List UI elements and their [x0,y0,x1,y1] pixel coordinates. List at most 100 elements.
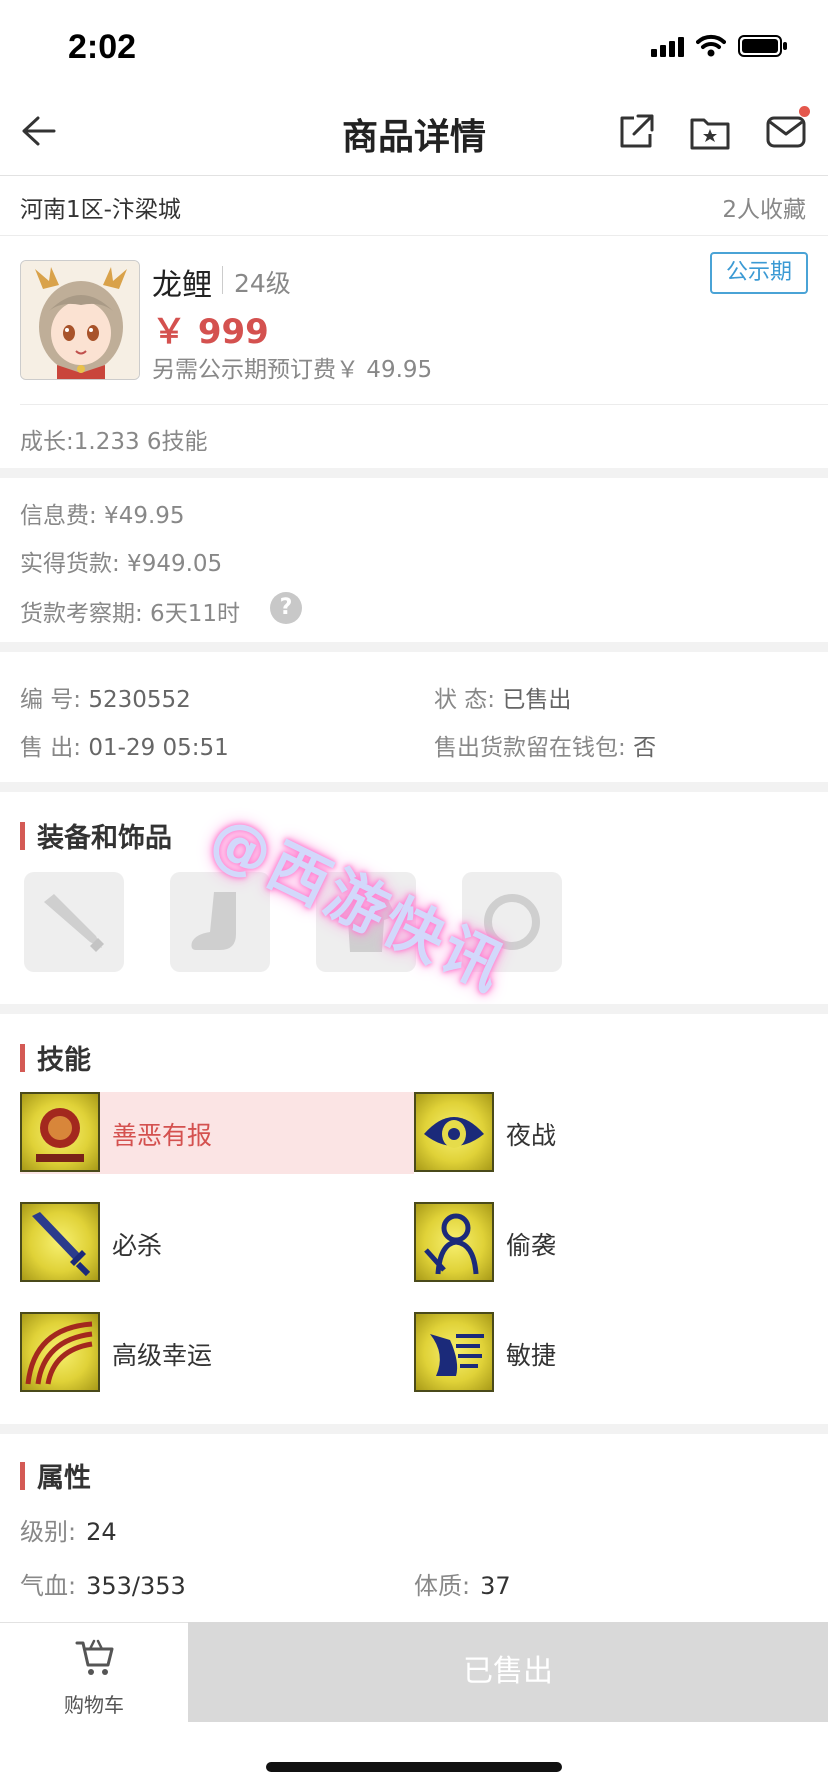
weapon-slot-icon [44,894,104,952]
sold-out-button[interactable]: 已售出 [188,1622,828,1722]
accessory-slot-icon [484,894,540,950]
accessory-slot[interactable] [462,872,562,972]
server-row: 河南1区-汴梁城 2人收藏 [0,176,828,236]
skill-name: 善恶有报 [112,1121,213,1150]
armor-slot-icon [336,896,396,952]
growth-row: 成长:1.233 6技能 [20,404,828,468]
growth-text: 成长:1.233 6技能 [20,429,208,455]
boot-slot[interactable] [170,872,270,972]
serial-value: 5230552 [88,687,191,713]
section-accent-bar [20,821,25,850]
review-period: 货款考察期: 6天11时 [20,601,240,627]
help-icon[interactable]: ? [270,592,302,624]
boot-slot-icon [191,892,236,950]
status-bar: 2:02 [0,0,828,90]
skills-header: 技能 [20,1038,91,1077]
fee-section: 信息费: ¥49.95 实得货款: ¥949.05 货款考察期: 6天11时 ? [0,478,828,642]
attr-con-label: 体质: [414,1572,471,1600]
section-divider [0,642,828,652]
favorite-count: 2人收藏 [722,197,806,223]
sold-value: 01-29 05:51 [88,735,229,761]
skill-name: 敏捷 [506,1341,557,1370]
attr-level-label: 级别: [20,1518,77,1546]
eye-icon [414,1092,494,1172]
skill-item-critical[interactable]: 必杀 [20,1202,414,1284]
skill-name: 必杀 [112,1231,163,1260]
weapon-slot[interactable] [24,872,124,972]
bottom-action-bar: 购物车 已售出 [0,1622,828,1722]
server-name: 河南1区-汴梁城 [20,197,181,223]
pet-level: 24级 [234,269,291,298]
skill-item-night-combat[interactable]: 夜战 [414,1092,808,1174]
attr-hp: 气血: 353/353 [20,1566,186,1601]
cart-icon [75,1639,114,1675]
product-card: 龙鲤 24级 ￥ 999 另需公示期预订费￥ 49.95 公示期 [0,236,828,404]
wallet-label: 售出货款留在钱包: [434,735,626,761]
sale-status: 状 态: 已售出 [434,680,571,714]
rainbow-icon [20,1312,100,1392]
public-period-tag[interactable]: 公示期 [710,252,808,294]
section-accent-bar [20,1043,25,1072]
sold-time: 售 出: 01-29 05:51 [20,728,229,762]
pet-portrait-image [21,261,139,379]
attr-con-value: 37 [480,1572,511,1600]
skills-title: 技能 [37,1045,91,1076]
mail-icon [766,116,806,148]
section-divider [0,1004,828,1014]
equipment-section: 装备和饰品 [0,792,828,1004]
armor-slot[interactable] [316,872,416,972]
attributes-title: 属性 [37,1463,91,1494]
attr-constitution: 体质: 37 [414,1566,511,1601]
skill-item-sneak-attack[interactable]: 偷袭 [414,1202,808,1284]
status-value: 已售出 [502,687,572,713]
section-divider [0,468,828,478]
status-time: 2:02 [68,28,137,66]
skill-name: 夜战 [506,1121,557,1150]
pet-name: 龙鲤 [152,268,212,303]
karma-seal-icon [20,1092,100,1172]
skill-item-karma[interactable]: 善恶有报 [20,1092,414,1174]
sword-icon [20,1202,100,1282]
cellular-signal-icon [651,35,684,57]
swift-icon [414,1312,494,1392]
pet-avatar[interactable] [20,260,140,380]
order-info-section: 编 号: 5230552 状 态: 已售出 售 出: 01-29 05:51 售… [0,652,828,782]
equipment-header: 装备和饰品 [20,816,172,855]
actual-payment: 实得货款: ¥949.05 [20,551,223,577]
nav-bar: 商品详情 [0,90,828,176]
info-fee: 信息费: ¥49.95 [20,503,185,529]
home-indicator [266,1762,562,1772]
section-accent-bar [20,1461,25,1490]
favorite-folder-icon[interactable] [688,110,732,154]
attr-level-value: 24 [86,1518,117,1546]
share-icon[interactable] [614,110,658,154]
price: ￥ 999 [152,312,269,352]
cart-button[interactable]: 购物车 [0,1622,188,1722]
section-divider [0,1424,828,1434]
sold-label: 售 出: [20,735,82,761]
cart-label: 购物车 [64,1693,124,1717]
skills-section: 技能 善恶有报 夜战 必杀 偷袭 高级幸运 敏捷 [0,1014,828,1424]
skill-item-advanced-luck[interactable]: 高级幸运 [20,1312,414,1394]
serial-label: 编 号: [20,687,82,713]
deposit-note: 另需公示期预订费￥ 49.95 [152,357,433,383]
status-label: 状 态: [434,687,496,713]
message-button[interactable] [764,106,810,154]
status-icons [651,34,788,58]
notification-dot [799,106,810,117]
attr-hp-value: 353/353 [86,1572,186,1600]
section-divider [0,782,828,792]
attr-level: 级别: 24 [20,1512,117,1547]
battery-icon [738,35,787,57]
attr-hp-label: 气血: [20,1572,77,1600]
wifi-icon [696,34,726,57]
attributes-section: 属性 级别: 24 气血: 353/353 体质: 37 [0,1434,828,1624]
serial-number: 编 号: 5230552 [20,680,191,714]
wallet-retention: 售出货款留在钱包: 否 [434,728,656,762]
skill-name: 偷袭 [506,1231,557,1260]
attributes-header: 属性 [20,1456,91,1495]
wallet-value: 否 [633,735,657,761]
equipment-title: 装备和饰品 [37,823,172,854]
skill-item-agility[interactable]: 敏捷 [414,1312,808,1394]
name-level-divider [222,266,223,294]
